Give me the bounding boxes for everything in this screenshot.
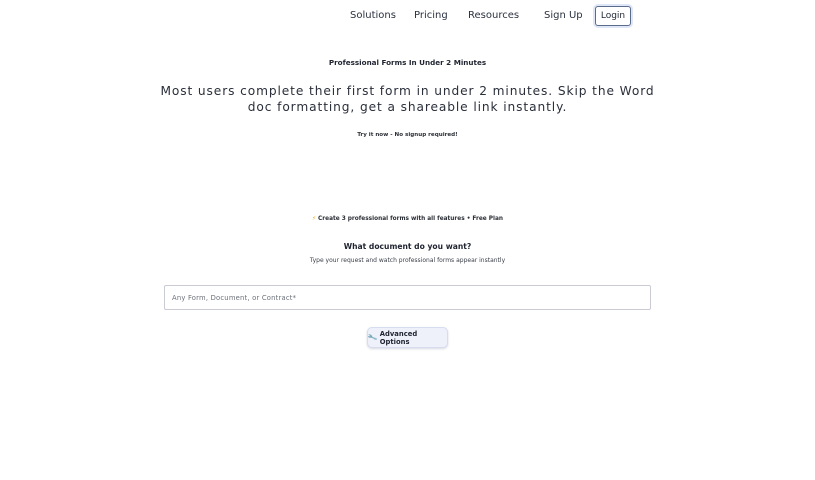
- document-input-label: Any Form, Document, or Contract*: [172, 294, 296, 302]
- required-asterisk: *: [292, 294, 297, 302]
- try-now-note: Try it now - No signup required!: [357, 132, 458, 138]
- document-input-label-text: Any Form, Document, or Contract: [172, 294, 293, 302]
- nav-link-solutions[interactable]: Solutions: [350, 10, 396, 21]
- login-button[interactable]: Login: [595, 6, 631, 26]
- top-nav: Solutions Pricing Resources Sign Up Logi…: [0, 6, 815, 28]
- hero-eyebrow: Professional Forms In Under 2 Minutes: [328, 58, 487, 67]
- nav-link-pricing[interactable]: Pricing: [414, 10, 448, 21]
- document-request-input[interactable]: Any Form, Document, or Contract*: [164, 285, 651, 310]
- free-plan-banner: ⚡ Create 3 professional forms with all fe…: [0, 216, 815, 222]
- advanced-options-label: Advanced Options: [379, 329, 418, 346]
- nav-link-resources[interactable]: Resources: [468, 10, 519, 21]
- document-subtitle: Type your request and watch professional…: [309, 257, 506, 264]
- page: Solutions Pricing Resources Sign Up Logi…: [0, 0, 815, 480]
- hero-headline: Most users complete their first form in …: [160, 84, 655, 114]
- wrench-icon: 🔧: [366, 332, 378, 343]
- advanced-options-button[interactable]: 🔧 Advanced Options: [367, 327, 448, 348]
- free-plan-text: Create 3 professional forms with all fea…: [318, 216, 504, 222]
- lightning-icon: ⚡: [311, 216, 317, 222]
- nav-link-sign-up[interactable]: Sign Up: [544, 10, 583, 21]
- document-question: What document do you want?: [343, 242, 472, 251]
